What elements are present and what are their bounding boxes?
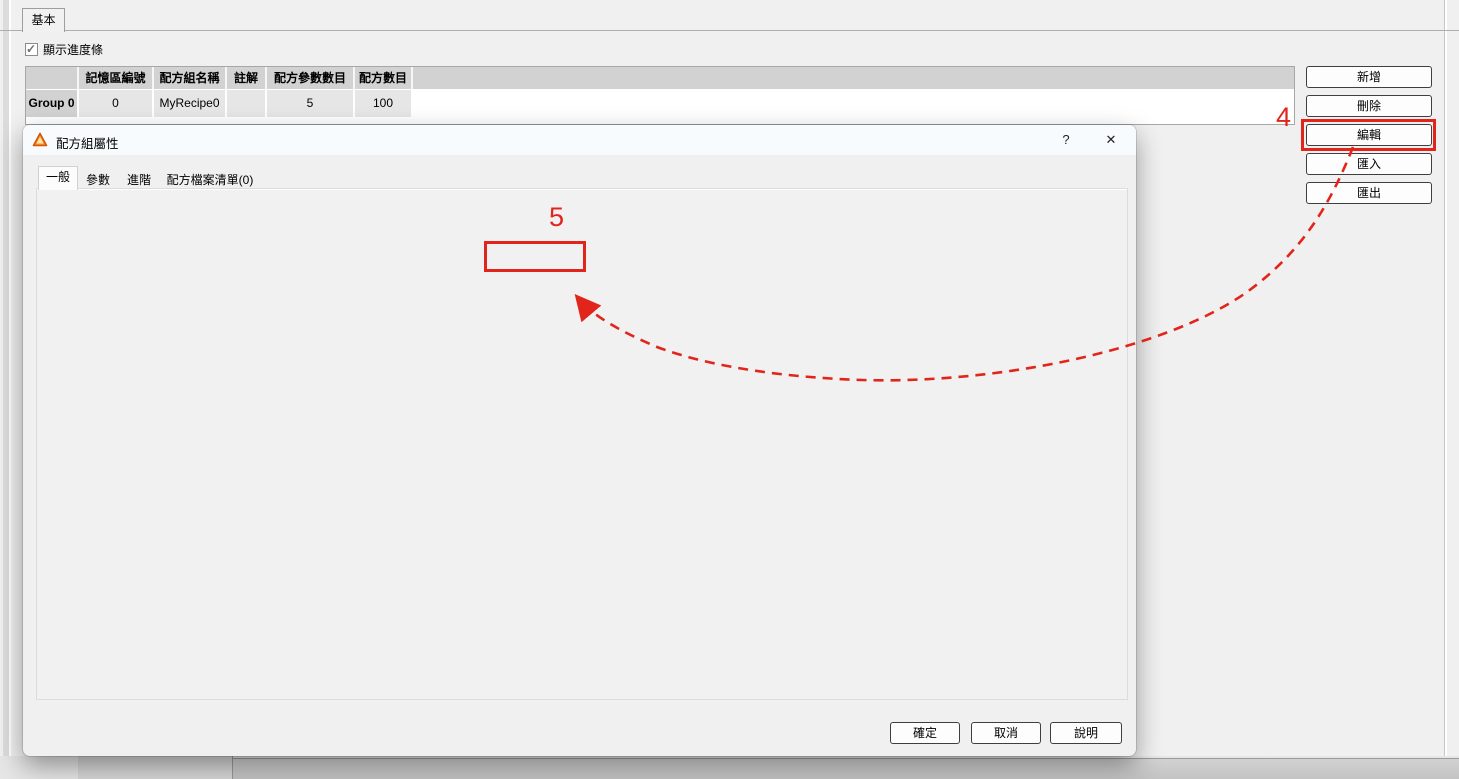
help-button[interactable]: 說明 (1050, 722, 1122, 744)
table-cell[interactable]: 5 (267, 90, 355, 117)
bottom-shaded-area (233, 759, 1459, 779)
window-left-highlight (9, 0, 11, 779)
tab-general[interactable]: 一般 (38, 166, 78, 190)
show-progress-label: 顯示進度條 (43, 43, 103, 58)
bottom-cell (78, 756, 232, 779)
window-right-highlight (1445, 0, 1447, 779)
table-cell[interactable] (227, 90, 267, 117)
flask-icon (32, 132, 48, 148)
recipe-group-table: 記憶區編號 配方組名稱 註解 配方參數數目 配方數目 Group 0 0 MyR… (25, 66, 1295, 125)
column-header: 配方參數數目 (267, 67, 355, 89)
highlight-box-edit-button (1301, 119, 1436, 151)
row-header-group0[interactable]: Group 0 (26, 90, 79, 117)
close-icon[interactable]: ✕ (1100, 130, 1122, 150)
show-progress-checkbox[interactable] (25, 43, 38, 56)
dialog-title: 配方組屬性 (56, 133, 119, 152)
dialog-titlebar[interactable]: 配方組屬性 ? ✕ (23, 125, 1136, 155)
column-header: 配方數目 (355, 67, 413, 89)
tab-advanced[interactable]: 進階 (121, 169, 157, 188)
recipe-group-properties-dialog: 配方組屬性 ? ✕ 一般 參數 進階 配方檔案清單(0) 基本 群組名稱 MyR… (23, 125, 1136, 756)
highlight-box-backup-memory (484, 241, 586, 272)
column-header-filler (413, 67, 1294, 89)
tab-recipe-files[interactable]: 配方檔案清單(0) (162, 169, 258, 188)
window-bottom-strip (0, 756, 1459, 779)
export-button[interactable]: 匯出 (1306, 182, 1432, 204)
app-window: 基本 顯示進度條 記憶區編號 配方組名稱 註解 配方參數數目 配方數目 Grou… (0, 0, 1459, 779)
column-header: 配方組名稱 (154, 67, 227, 89)
annotation-step-5: 5 (549, 204, 564, 231)
table-cell[interactable]: 0 (79, 90, 154, 117)
tabstrip-divider (0, 30, 1459, 31)
annotation-step-4: 4 (1276, 104, 1291, 131)
help-caption-button[interactable]: ? (1055, 130, 1077, 150)
tab-parameters[interactable]: 參數 (80, 169, 116, 188)
ok-button[interactable]: 確定 (890, 722, 960, 744)
column-header: 註解 (227, 67, 267, 89)
import-button[interactable]: 匯入 (1306, 153, 1432, 175)
add-button[interactable]: 新增 (1306, 66, 1432, 88)
tab-basic[interactable]: 基本 (22, 8, 65, 32)
cancel-button[interactable]: 取消 (971, 722, 1041, 744)
table-cell[interactable]: MyRecipe0 (154, 90, 227, 117)
table-cell[interactable]: 100 (355, 90, 413, 117)
delete-button[interactable]: 刪除 (1306, 95, 1432, 117)
column-header: 記憶區編號 (79, 67, 154, 89)
table-corner-header (26, 67, 79, 89)
